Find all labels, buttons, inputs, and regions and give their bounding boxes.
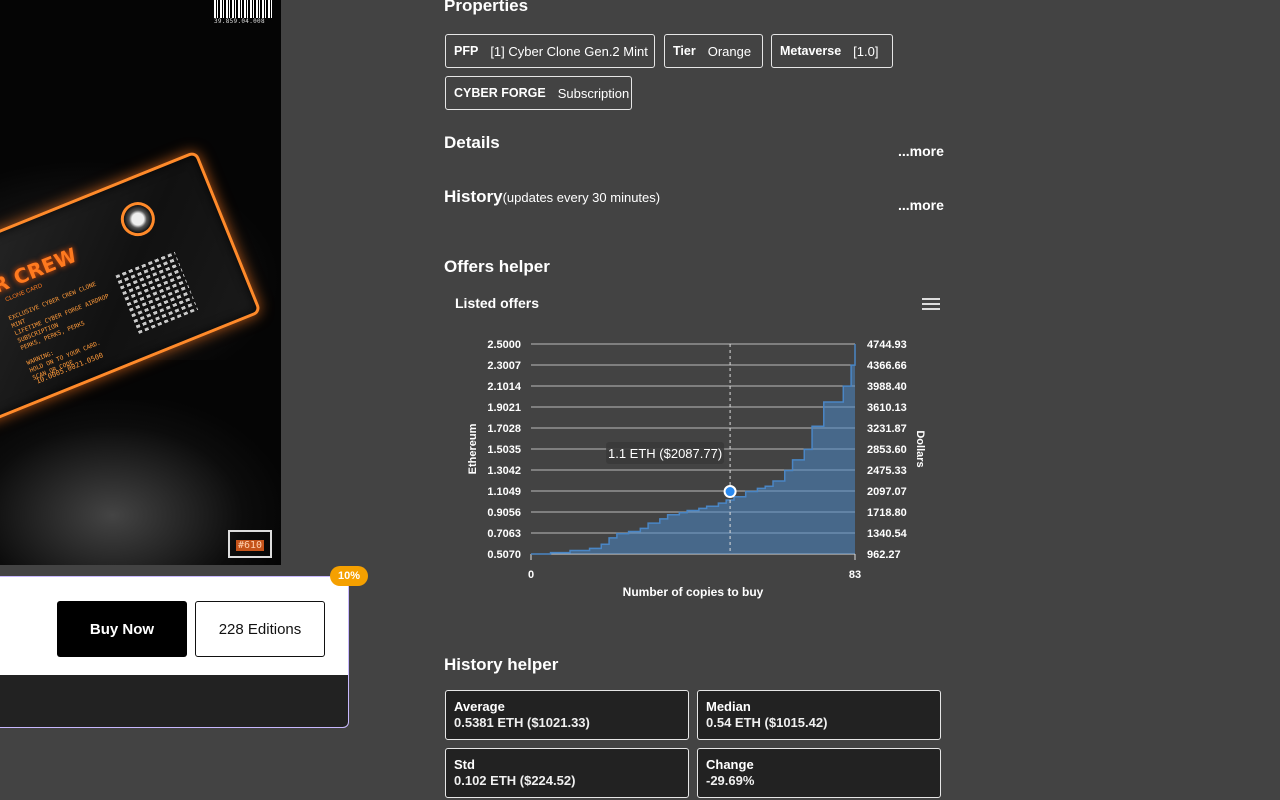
y-tick-label-right: 2097.07 xyxy=(867,486,907,498)
tooltip-text: 1.1 ETH ($2087.77) xyxy=(608,446,722,461)
offers-chart[interactable]: 0.5070 962.27 0.7063 1340.54 0.9056 1718.80 1.… xyxy=(455,330,955,620)
chart-title: Listed offers xyxy=(455,295,540,311)
stat-average: Average 0.5381 ETH ($1021.33) xyxy=(445,690,689,740)
y-tick-label: 2.3007 xyxy=(487,360,521,372)
property-pfp[interactable]: PFP [1] Cyber Clone Gen.2 Mint xyxy=(445,34,655,68)
y-axis-title-right: Dollars xyxy=(914,430,926,467)
properties-title: Properties xyxy=(444,0,529,15)
buy-panel-footer xyxy=(0,675,348,727)
nft-artwork[interactable]: 39.859.04.008 R CREW CLONE CARD EXCLUSIV… xyxy=(0,0,281,565)
history-note: (updates every 30 minutes) xyxy=(502,190,661,205)
discount-badge: 10% xyxy=(330,566,368,586)
y-tick-label-right: 2475.33 xyxy=(867,465,907,477)
y-axis-title: Ethereum xyxy=(467,423,479,474)
buy-panel: Buy Now 228 Editions xyxy=(0,576,349,728)
editions-button[interactable]: 228 Editions xyxy=(195,601,325,657)
stat-median: Median 0.54 ETH ($1015.42) xyxy=(697,690,941,740)
y-tick-label: 1.1049 xyxy=(487,486,521,498)
chart-menu-icon[interactable] xyxy=(922,296,940,312)
highlight-point xyxy=(723,485,737,499)
y-tick-label: 0.9056 xyxy=(487,507,521,519)
y-tick-label-right: 4744.93 xyxy=(867,339,907,351)
stat-change: Change -29.69% xyxy=(697,748,941,798)
history-more-link[interactable]: ...more xyxy=(898,197,944,213)
property-metaverse[interactable]: Metaverse [1.0] xyxy=(771,34,893,68)
y-tick-label-right: 3988.40 xyxy=(867,381,907,393)
x-axis-title: Number of copies to buy xyxy=(623,585,764,599)
details-more-link[interactable]: ...more xyxy=(898,143,944,159)
y-tick-label: 2.5000 xyxy=(487,339,521,351)
y-tick-label: 1.9021 xyxy=(487,402,521,414)
edition-tag: #610 xyxy=(228,530,272,558)
details-title: Details xyxy=(444,133,500,152)
y-tick-label-right: 2853.60 xyxy=(867,444,907,456)
barcode: 39.859.04.008 xyxy=(214,0,272,28)
property-tier[interactable]: Tier Orange xyxy=(664,34,763,68)
y-tick-label-right: 1718.80 xyxy=(867,507,907,519)
property-cyber-forge[interactable]: CYBER FORGE Subscription xyxy=(445,76,632,110)
y-tick-label-right: 4366.66 xyxy=(867,360,907,372)
y-tick-label: 2.1014 xyxy=(487,381,522,393)
offers-helper-title: Offers helper xyxy=(444,257,550,276)
x-tick-label: 83 xyxy=(849,569,861,581)
y-tick-label-right: 1340.54 xyxy=(867,528,908,540)
y-tick-label: 0.7063 xyxy=(487,528,521,540)
history-helper-title: History helper xyxy=(444,655,559,674)
y-tick-label-right: 3231.87 xyxy=(867,423,907,435)
y-tick-label: 1.3042 xyxy=(487,465,521,477)
buy-now-button[interactable]: Buy Now xyxy=(57,601,187,657)
stat-std: Std 0.102 ETH ($224.52) xyxy=(445,748,689,798)
history-title: History(updates every 30 minutes) xyxy=(444,187,661,206)
y-tick-label: 1.5035 xyxy=(487,444,521,456)
x-tick-label: 0 xyxy=(528,569,534,581)
y-tick-label-right: 962.27 xyxy=(867,549,901,561)
y-tick-label: 1.7028 xyxy=(487,423,521,435)
card-lens xyxy=(115,196,160,242)
y-tick-label: 0.5070 xyxy=(487,549,521,561)
y-tick-label-right: 3610.13 xyxy=(867,402,907,414)
